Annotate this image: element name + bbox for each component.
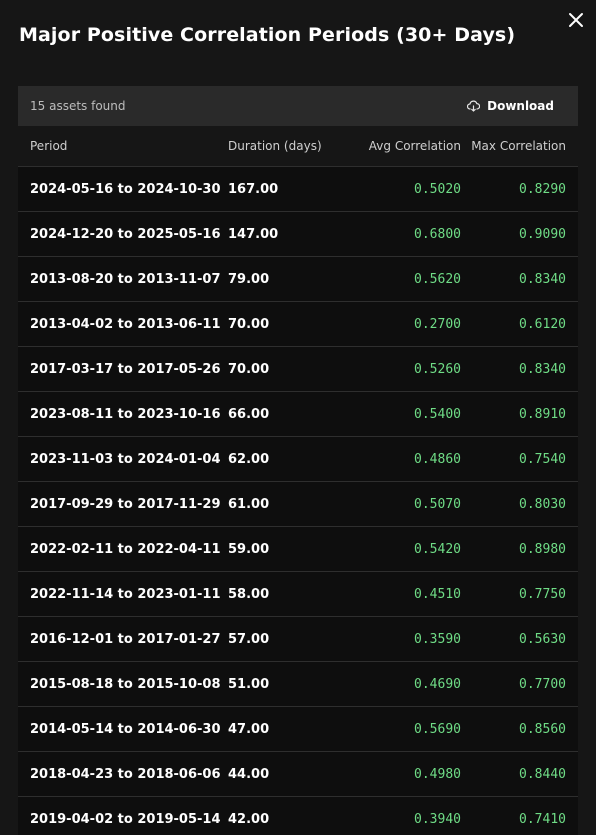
- cell-period: 2019-04-02 to 2019-05-14: [30, 811, 221, 827]
- cell-duration: 167.00: [228, 181, 279, 197]
- cell-period: 2024-12-20 to 2025-05-16: [30, 226, 221, 242]
- cell-duration: 47.00: [228, 721, 270, 737]
- table-row[interactable]: 2023-11-03 to 2024-01-04 62.00 0.4860 0.754…: [18, 437, 578, 482]
- cell-max-correlation: 0.7540: [519, 451, 566, 467]
- cell-max-correlation: 0.8340: [519, 271, 566, 287]
- cell-avg-correlation: 0.3940: [414, 811, 461, 827]
- table-row[interactable]: 2014-05-14 to 2014-06-30 47.00 0.5690 0.856…: [18, 707, 578, 752]
- cell-avg-correlation: 0.4980: [414, 766, 461, 782]
- table-row[interactable]: 2016-12-01 to 2017-01-27 57.00 0.3590 0.563…: [18, 617, 578, 662]
- cell-max-correlation: 0.8440: [519, 766, 566, 782]
- cell-duration: 66.00: [228, 406, 270, 422]
- cell-period: 2013-04-02 to 2013-06-11: [30, 316, 221, 332]
- cell-period: 2022-11-14 to 2023-01-11: [30, 586, 221, 602]
- cell-max-correlation: 0.8560: [519, 721, 566, 737]
- download-label: Download: [487, 99, 554, 113]
- cell-period: 2015-08-18 to 2015-10-08: [30, 676, 221, 692]
- table-row[interactable]: 2013-08-20 to 2013-11-07 79.00 0.5620 0.834…: [18, 257, 578, 302]
- table-row[interactable]: 2024-05-16 to 2024-10-30 167.00 0.5020 0.82…: [18, 167, 578, 212]
- column-header-period[interactable]: Period: [18, 139, 228, 153]
- cell-period: 2018-04-23 to 2018-06-06: [30, 766, 221, 782]
- cell-period: 2017-09-29 to 2017-11-29: [30, 496, 221, 512]
- cell-period: 2023-08-11 to 2023-10-16: [30, 406, 221, 422]
- cell-avg-correlation: 0.2700: [414, 316, 461, 332]
- cell-period: 2013-08-20 to 2013-11-07: [30, 271, 221, 287]
- correlation-table: Period Duration (days) Avg Correlation M…: [18, 126, 578, 835]
- cell-period: 2024-05-16 to 2024-10-30: [30, 181, 221, 197]
- table-row[interactable]: 2017-09-29 to 2017-11-29 61.00 0.5070 0.803…: [18, 482, 578, 527]
- cell-duration: 59.00: [228, 541, 270, 557]
- cell-avg-correlation: 0.5020: [414, 181, 461, 197]
- results-toolbar: 15 assets found Download: [18, 86, 578, 126]
- cell-duration: 57.00: [228, 631, 270, 647]
- cell-duration: 44.00: [228, 766, 270, 782]
- cell-avg-correlation: 0.4860: [414, 451, 461, 467]
- close-button[interactable]: [566, 10, 586, 30]
- cell-max-correlation: 0.8290: [519, 181, 566, 197]
- cell-duration: 79.00: [228, 271, 270, 287]
- cell-period: 2014-05-14 to 2014-06-30: [30, 721, 221, 737]
- cell-period: 2022-02-11 to 2022-04-11: [30, 541, 221, 557]
- table-row[interactable]: 2024-12-20 to 2025-05-16 147.00 0.6800 0.90…: [18, 212, 578, 257]
- table-row[interactable]: 2015-08-18 to 2015-10-08 51.00 0.4690 0.770…: [18, 662, 578, 707]
- table-row[interactable]: 2013-04-02 to 2013-06-11 70.00 0.2700 0.612…: [18, 302, 578, 347]
- cell-max-correlation: 0.7700: [519, 676, 566, 692]
- cell-avg-correlation: 0.4690: [414, 676, 461, 692]
- modal-title: Major Positive Correlation Periods (30+ …: [19, 24, 516, 46]
- column-header-max-correlation[interactable]: Max Correlation: [461, 139, 578, 153]
- table-row[interactable]: 2022-11-14 to 2023-01-11 58.00 0.4510 0.775…: [18, 572, 578, 617]
- table-body: 2024-05-16 to 2024-10-30 167.00 0.5020 0.82…: [18, 167, 578, 835]
- cell-max-correlation: 0.8910: [519, 406, 566, 422]
- table-row[interactable]: 2022-02-11 to 2022-04-11 59.00 0.5420 0.898…: [18, 527, 578, 572]
- cell-avg-correlation: 0.5620: [414, 271, 461, 287]
- cell-duration: 61.00: [228, 496, 270, 512]
- cell-max-correlation: 0.6120: [519, 316, 566, 332]
- cell-max-correlation: 0.8030: [519, 496, 566, 512]
- cell-duration: 147.00: [228, 226, 279, 242]
- cell-avg-correlation: 0.4510: [414, 586, 461, 602]
- table-row[interactable]: 2019-04-02 to 2019-05-14 42.00 0.3940 0.741…: [18, 797, 578, 835]
- cell-max-correlation: 0.8980: [519, 541, 566, 557]
- cloud-download-icon: [467, 100, 481, 112]
- cell-max-correlation: 0.7750: [519, 586, 566, 602]
- cell-duration: 51.00: [228, 676, 270, 692]
- table-header: Period Duration (days) Avg Correlation M…: [18, 126, 578, 167]
- cell-duration: 42.00: [228, 811, 270, 827]
- cell-avg-correlation: 0.3590: [414, 631, 461, 647]
- cell-duration: 62.00: [228, 451, 270, 467]
- cell-avg-correlation: 0.5070: [414, 496, 461, 512]
- cell-avg-correlation: 0.5260: [414, 361, 461, 377]
- cell-avg-correlation: 0.5400: [414, 406, 461, 422]
- cell-avg-correlation: 0.5420: [414, 541, 461, 557]
- cell-duration: 70.00: [228, 361, 270, 377]
- cell-duration: 58.00: [228, 586, 270, 602]
- table-row[interactable]: 2018-04-23 to 2018-06-06 44.00 0.4980 0.844…: [18, 752, 578, 797]
- cell-max-correlation: 0.5630: [519, 631, 566, 647]
- cell-avg-correlation: 0.5690: [414, 721, 461, 737]
- cell-avg-correlation: 0.6800: [414, 226, 461, 242]
- cell-period: 2016-12-01 to 2017-01-27: [30, 631, 221, 647]
- cell-period: 2017-03-17 to 2017-05-26: [30, 361, 221, 377]
- results-count: 15 assets found: [30, 99, 126, 113]
- cell-max-correlation: 0.7410: [519, 811, 566, 827]
- column-header-duration[interactable]: Duration (days): [228, 139, 343, 153]
- results-panel: 15 assets found Download Period Duration…: [18, 86, 578, 835]
- table-row[interactable]: 2023-08-11 to 2023-10-16 66.00 0.5400 0.891…: [18, 392, 578, 437]
- cell-duration: 70.00: [228, 316, 270, 332]
- close-icon: [569, 13, 583, 27]
- cell-period: 2023-11-03 to 2024-01-04: [30, 451, 221, 467]
- cell-max-correlation: 0.9090: [519, 226, 566, 242]
- table-row[interactable]: 2017-03-17 to 2017-05-26 70.00 0.5260 0.834…: [18, 347, 578, 392]
- cell-max-correlation: 0.8340: [519, 361, 566, 377]
- download-button[interactable]: Download: [467, 99, 554, 113]
- column-header-avg-correlation[interactable]: Avg Correlation: [343, 139, 461, 153]
